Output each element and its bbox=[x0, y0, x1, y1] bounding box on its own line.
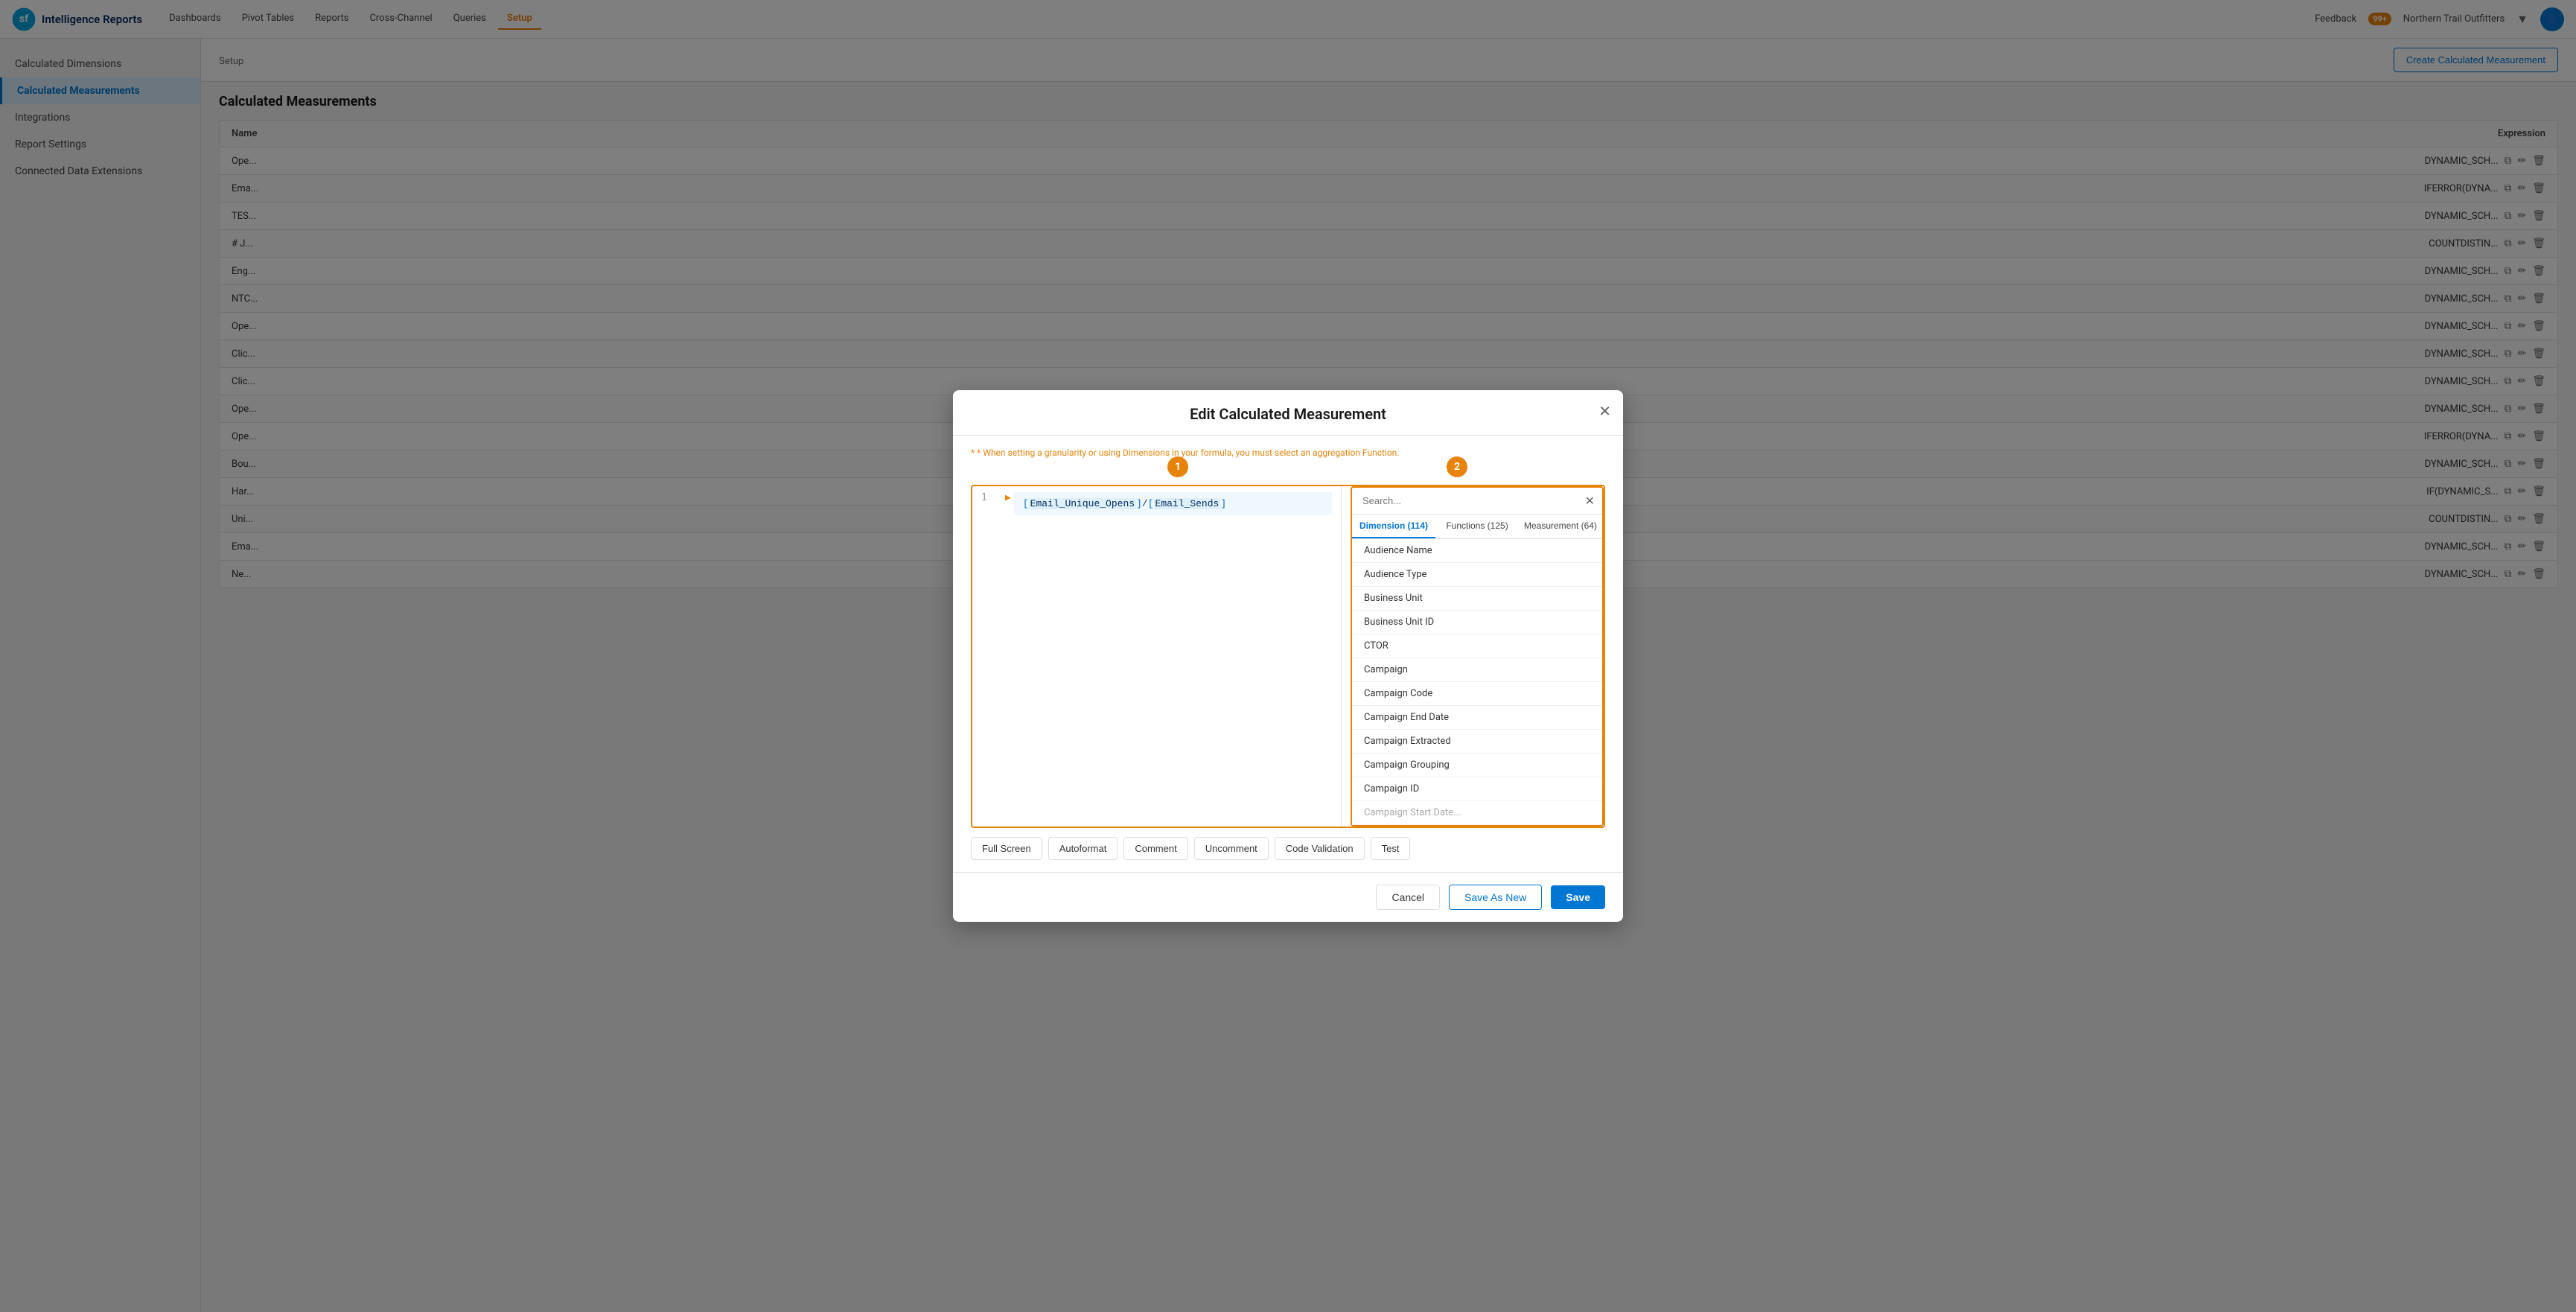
modal-note: * * When setting a granularity or using … bbox=[971, 448, 1605, 458]
step-badges-row: 1 2 bbox=[971, 467, 1605, 480]
code-line-1: 1 ▶ [Email_Unique_Opens]/[Email_Sends] bbox=[972, 486, 1341, 521]
modal-footer: Cancel Save As New Save bbox=[953, 872, 1623, 922]
search-clear-icon[interactable]: ✕ bbox=[1585, 494, 1595, 508]
list-item[interactable]: Campaign End Date bbox=[1352, 706, 1602, 730]
autoformat-button[interactable]: Autoformat bbox=[1048, 837, 1118, 860]
cancel-button[interactable]: Cancel bbox=[1376, 885, 1440, 910]
list-item[interactable]: Campaign Code bbox=[1352, 682, 1602, 706]
save-button[interactable]: Save bbox=[1551, 885, 1605, 909]
list-item[interactable]: Business Unit ID bbox=[1352, 611, 1602, 634]
right-panel: ✕ Dimension (114) Functions (125) Measur… bbox=[1351, 486, 1604, 827]
list-item[interactable]: CTOR bbox=[1352, 634, 1602, 658]
right-panel-inner: ✕ Dimension (114) Functions (125) Measur… bbox=[1351, 486, 1604, 827]
editor-area: 1 ▶ [Email_Unique_Opens]/[Email_Sends] ✕ bbox=[971, 485, 1605, 828]
test-button[interactable]: Test bbox=[1371, 837, 1411, 860]
comment-button[interactable]: Comment bbox=[1123, 837, 1187, 860]
tab-dimension[interactable]: Dimension (114) bbox=[1352, 515, 1435, 538]
editor-toolbar: Full Screen Autoformat Comment Uncomment… bbox=[971, 837, 1605, 860]
list-item[interactable]: Campaign ID bbox=[1352, 777, 1602, 801]
uncomment-button[interactable]: Uncomment bbox=[1194, 837, 1269, 860]
search-input[interactable] bbox=[1359, 492, 1585, 509]
edit-calculated-measurement-modal: Edit Calculated Measurement ✕ * * When s… bbox=[953, 390, 1623, 922]
list-item[interactable]: Campaign Grouping bbox=[1352, 754, 1602, 777]
step-2-badge: 2 bbox=[1447, 456, 1467, 477]
step-1-badge: 1 bbox=[1167, 456, 1188, 477]
modal-overlay: Edit Calculated Measurement ✕ * * When s… bbox=[0, 0, 2576, 1312]
save-as-new-button[interactable]: Save As New bbox=[1449, 885, 1542, 910]
list-item[interactable]: Audience Type bbox=[1352, 563, 1602, 587]
list-item[interactable]: Audience Name bbox=[1352, 539, 1602, 563]
modal-header: Edit Calculated Measurement ✕ bbox=[953, 390, 1623, 436]
list-item[interactable]: Campaign bbox=[1352, 658, 1602, 682]
list-item[interactable]: Campaign Extracted bbox=[1352, 730, 1602, 754]
tab-measurement[interactable]: Measurement (64) bbox=[1519, 515, 1602, 538]
dimension-tabs: Dimension (114) Functions (125) Measurem… bbox=[1352, 515, 1602, 539]
code-pane[interactable]: 1 ▶ [Email_Unique_Opens]/[Email_Sends] bbox=[972, 486, 1342, 827]
modal-body: * * When setting a granularity or using … bbox=[953, 436, 1623, 872]
list-item[interactable]: Business Unit bbox=[1352, 587, 1602, 611]
tab-functions[interactable]: Functions (125) bbox=[1435, 515, 1519, 538]
modal-title: Edit Calculated Measurement bbox=[971, 405, 1605, 423]
dimension-items-list: Audience Name Audience Type Business Uni… bbox=[1352, 539, 1602, 825]
search-bar: ✕ bbox=[1352, 488, 1602, 515]
full-screen-button[interactable]: Full Screen bbox=[971, 837, 1042, 860]
code-validation-button[interactable]: Code Validation bbox=[1275, 837, 1365, 860]
asterisk-icon: * bbox=[971, 448, 975, 458]
list-item[interactable]: Campaign Start Date... bbox=[1352, 801, 1602, 825]
code-editor-content[interactable]: [Email_Unique_Opens]/[Email_Sends] bbox=[1014, 492, 1332, 515]
modal-close-button[interactable]: ✕ bbox=[1598, 402, 1611, 421]
